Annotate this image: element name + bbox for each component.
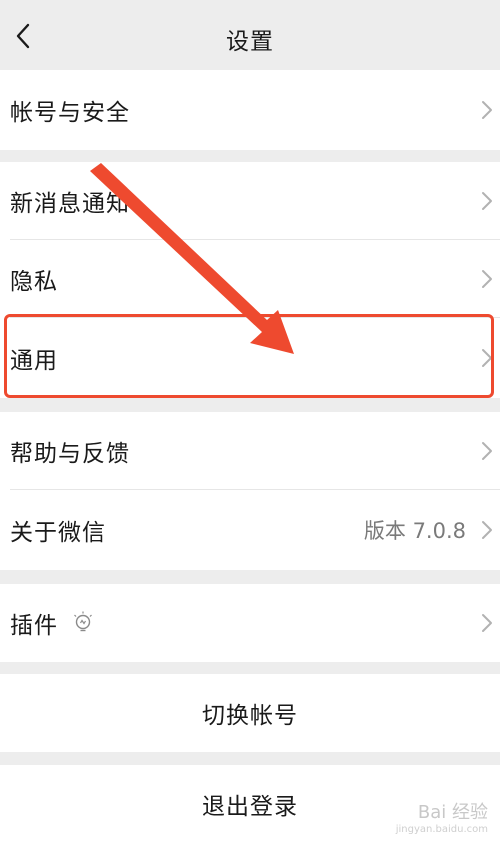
page-title: 设置 bbox=[226, 29, 274, 55]
item-label: 关于微信 bbox=[10, 520, 106, 546]
navigation-bar: 设置 bbox=[0, 0, 500, 70]
lightbulb-icon bbox=[72, 610, 94, 636]
about-wechat-item[interactable]: 关于微信 版本 7.0.8 bbox=[0, 490, 500, 570]
switch-account-button[interactable]: 切换帐号 bbox=[0, 674, 500, 752]
item-label: 帮助与反馈 bbox=[10, 441, 130, 467]
settings-group-plugins: 插件 bbox=[0, 584, 500, 662]
item-label: 帐号与安全 bbox=[10, 100, 130, 126]
new-message-notification-item[interactable]: 新消息通知 bbox=[0, 162, 500, 240]
chevron-right-icon bbox=[482, 349, 492, 367]
privacy-item[interactable]: 隐私 bbox=[0, 240, 500, 318]
chevron-right-icon bbox=[482, 614, 492, 632]
item-label: 新消息通知 bbox=[10, 191, 130, 217]
settings-group-general: 新消息通知 隐私 通用 bbox=[0, 162, 500, 398]
settings-group-account: 帐号与安全 bbox=[0, 70, 500, 150]
help-feedback-item[interactable]: 帮助与反馈 bbox=[0, 412, 500, 490]
item-label: 隐私 bbox=[10, 269, 58, 295]
version-value: 版本 7.0.8 bbox=[363, 519, 466, 543]
switch-account-group: 切换帐号 bbox=[0, 674, 500, 752]
item-label: 通用 bbox=[10, 348, 58, 374]
chevron-right-icon bbox=[482, 442, 492, 460]
watermark-url: jingyan.baidu.com bbox=[395, 824, 488, 835]
general-item[interactable]: 通用 bbox=[0, 318, 500, 398]
watermark-brand: Bai 经验 bbox=[417, 802, 488, 823]
chevron-right-icon bbox=[482, 101, 492, 119]
chevron-right-icon bbox=[482, 270, 492, 288]
watermark: Bai 经验 jingyan.baidu.com bbox=[396, 804, 488, 835]
item-label: 插件 bbox=[10, 613, 58, 639]
chevron-right-icon bbox=[482, 192, 492, 210]
chevron-right-icon bbox=[482, 521, 492, 539]
settings-group-help: 帮助与反馈 关于微信 版本 7.0.8 bbox=[0, 412, 500, 570]
account-security-item[interactable]: 帐号与安全 bbox=[0, 70, 500, 150]
plugins-item[interactable]: 插件 bbox=[0, 584, 500, 662]
